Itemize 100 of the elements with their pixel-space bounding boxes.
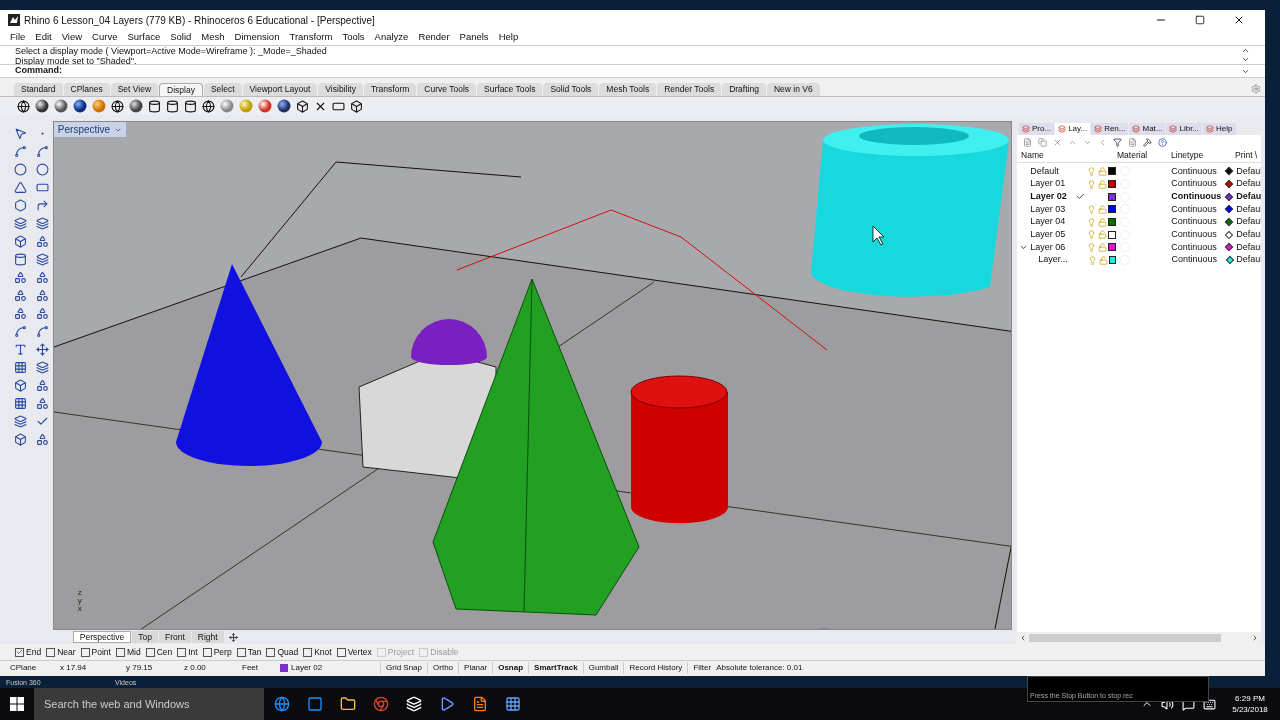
- shapes-icon[interactable]: [35, 271, 49, 284]
- triangle-icon[interactable]: [14, 181, 28, 194]
- toolbar-tab[interactable]: Mesh Tools: [599, 83, 657, 96]
- scroll-up-icon[interactable]: [1241, 46, 1250, 55]
- document-app-icon[interactable]: [472, 696, 488, 712]
- close-icon[interactable]: [1233, 14, 1245, 26]
- panel-tab[interactable]: Help: [1203, 123, 1236, 135]
- panel-tab[interactable]: Pro...: [1019, 123, 1055, 135]
- osnap-checkbox[interactable]: Quad: [266, 645, 299, 659]
- menu-item[interactable]: Transform: [289, 30, 333, 45]
- layer-row[interactable]: Layer... Continuous Defaul: [1017, 253, 1261, 267]
- add-viewport-icon[interactable]: [228, 632, 238, 642]
- circle-icon[interactable]: [14, 163, 28, 176]
- toolbar-tab[interactable]: Solid Tools: [543, 83, 599, 96]
- osnap-checkbox[interactable]: Knot: [303, 645, 332, 659]
- globe-icon[interactable]: [111, 99, 124, 113]
- menu-item[interactable]: Help: [498, 30, 519, 45]
- menu-item[interactable]: Analyze: [374, 30, 409, 45]
- curve-icon[interactable]: [35, 145, 49, 158]
- status-toggle[interactable]: SmartTrack: [528, 661, 583, 674]
- text-icon[interactable]: [14, 343, 28, 356]
- shapes-icon[interactable]: [35, 289, 49, 302]
- layer-color-swatch[interactable]: [1108, 192, 1117, 201]
- layer-row[interactable]: Layer 04 Continuous Defaul: [1017, 215, 1261, 229]
- app-icon[interactable]: [505, 696, 521, 712]
- cylinder-icon[interactable]: [14, 253, 28, 266]
- toolbar-tab[interactable]: Surface Tools: [477, 83, 543, 96]
- status-toggle[interactable]: Planar: [458, 661, 493, 674]
- menu-item[interactable]: Mesh: [201, 30, 225, 45]
- osnap-checkbox[interactable]: Perp: [202, 645, 232, 659]
- menu-item[interactable]: Curve: [92, 30, 118, 45]
- maximize-icon[interactable]: [1195, 15, 1205, 25]
- taskbar-search-field[interactable]: Search the web and Windows: [34, 688, 264, 720]
- toolbar-tab[interactable]: Select: [203, 83, 242, 96]
- toolbar-tab[interactable]: CPlanes: [63, 83, 110, 96]
- sphere-icon[interactable]: [73, 99, 87, 113]
- sphere-icon[interactable]: [277, 99, 291, 113]
- layer-color-swatch[interactable]: [1108, 230, 1117, 239]
- sphere-icon[interactable]: [54, 99, 68, 113]
- globe-icon[interactable]: [202, 99, 215, 113]
- command-field[interactable]: Command:: [0, 65, 1265, 78]
- toolbar-tab[interactable]: Display: [159, 83, 203, 96]
- status-toggle[interactable]: Osnap: [492, 661, 529, 674]
- menu-item[interactable]: Render: [418, 30, 450, 45]
- menu-item[interactable]: Solid: [170, 30, 192, 45]
- shapes-icon[interactable]: [35, 379, 49, 392]
- curve-icon[interactable]: [35, 325, 49, 338]
- menu-item[interactable]: Tools: [342, 30, 365, 45]
- sphere-icon[interactable]: [129, 99, 143, 113]
- globe-icon[interactable]: [17, 99, 30, 113]
- menu-item[interactable]: Surface: [127, 30, 161, 45]
- box-icon[interactable]: [14, 235, 28, 248]
- player-icon[interactable]: [439, 696, 455, 712]
- shapes-icon[interactable]: [35, 433, 49, 446]
- layer-row[interactable]: Layer 01 Continuous Defaul: [1017, 177, 1261, 191]
- sphere-icon[interactable]: [35, 99, 49, 113]
- shapes-icon[interactable]: [14, 271, 28, 284]
- toolbar-tab[interactable]: Render Tools: [657, 83, 722, 96]
- windows-start-icon[interactable]: [10, 697, 24, 711]
- panel-tab[interactable]: Lay...: [1055, 123, 1091, 135]
- keyboard-icon[interactable]: [1203, 697, 1216, 711]
- toolbar-tab[interactable]: New in V6: [766, 83, 820, 96]
- grid-icon[interactable]: [14, 361, 28, 374]
- toolbar-tab[interactable]: Set View: [110, 83, 159, 96]
- menu-item[interactable]: View: [61, 30, 83, 45]
- viewport-title-tab[interactable]: Perspective: [53, 122, 127, 137]
- layer-row[interactable]: Layer 06 Continuous Defaul: [1017, 241, 1261, 254]
- move-icon[interactable]: [35, 343, 49, 356]
- rectangle-icon[interactable]: [35, 181, 49, 194]
- osnap-checkbox[interactable]: End: [15, 645, 42, 659]
- viewport-tab[interactable]: Right: [191, 631, 224, 643]
- layer-row[interactable]: Default Continuous Defaul: [1017, 165, 1261, 178]
- osnap-checkbox[interactable]: Tan: [236, 645, 262, 659]
- status-layer[interactable]: Layer 02: [280, 661, 380, 674]
- menu-item[interactable]: Edit: [35, 30, 52, 45]
- pointer-icon[interactable]: [14, 127, 28, 140]
- box-icon[interactable]: [296, 99, 309, 113]
- layer-row[interactable]: Layer 03 Continuous Defaul: [1017, 203, 1261, 216]
- toolbar-tab[interactable]: Transform: [363, 83, 417, 96]
- viewport-tab[interactable]: Perspective: [72, 631, 132, 643]
- panel-tab[interactable]: Libr...: [1166, 123, 1203, 135]
- toolbar-tab[interactable]: Drafting: [722, 83, 766, 96]
- toolbar-tab[interactable]: Standard: [14, 83, 63, 96]
- filter-icon[interactable]: [1113, 137, 1122, 147]
- ellipse-icon[interactable]: [35, 163, 49, 176]
- scrollbar-thumb[interactable]: [1029, 634, 1221, 642]
- menu-item[interactable]: File: [10, 30, 26, 45]
- layer-color-swatch[interactable]: [1108, 180, 1117, 189]
- panel-tab[interactable]: Ren...: [1091, 123, 1129, 135]
- shapes-icon[interactable]: [14, 289, 28, 302]
- viewport-tab[interactable]: Top: [132, 631, 158, 643]
- layer-color-swatch[interactable]: [1108, 205, 1117, 214]
- panel-tab[interactable]: Mat...: [1129, 123, 1166, 135]
- osnap-checkbox[interactable]: Point: [80, 645, 111, 659]
- hexagon-icon[interactable]: [14, 199, 28, 212]
- curve-icon[interactable]: [14, 325, 28, 338]
- layer-color-swatch[interactable]: [1108, 218, 1117, 227]
- box-icon[interactable]: [14, 379, 28, 392]
- toolbar-tab[interactable]: Visibility: [318, 83, 363, 96]
- toolbar-tab[interactable]: Viewport Layout: [242, 83, 318, 96]
